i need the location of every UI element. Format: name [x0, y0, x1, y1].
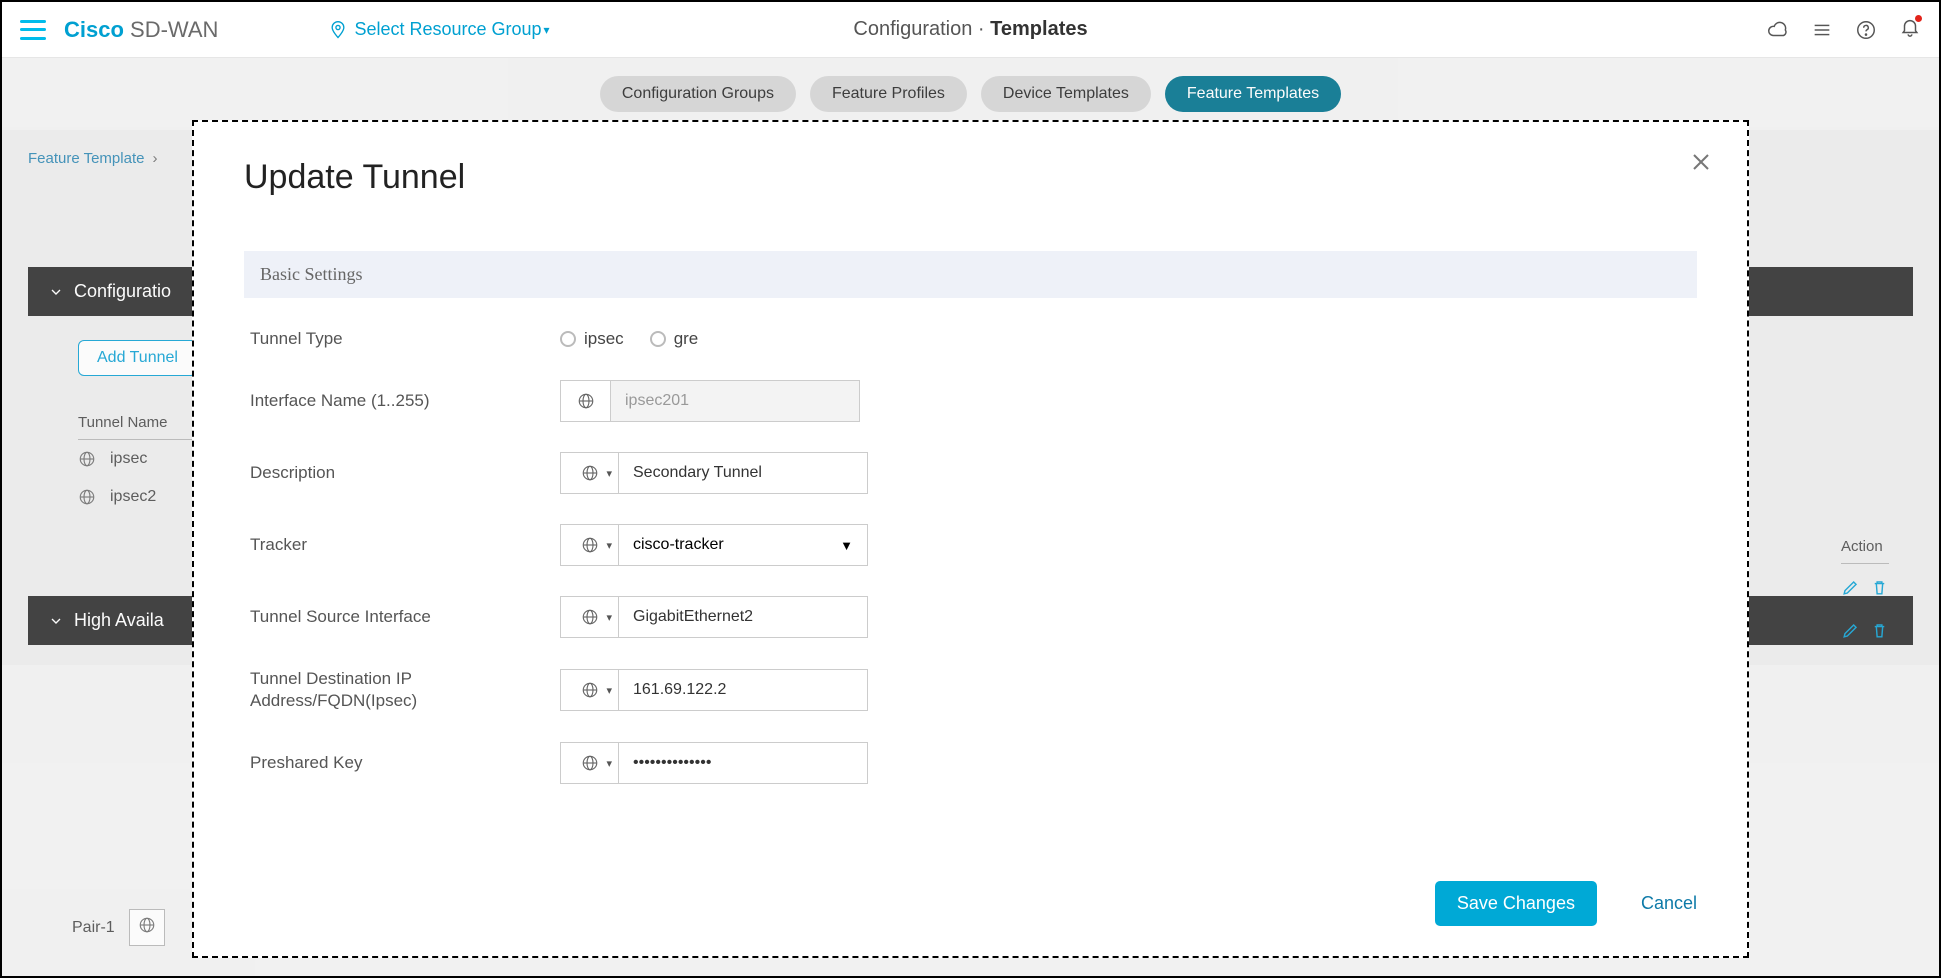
- row-description: Description: [250, 452, 1697, 494]
- pair-label: Pair-1: [72, 919, 115, 937]
- save-changes-button[interactable]: Save Changes: [1435, 881, 1597, 926]
- brand-logo: Cisco SD-WAN: [64, 17, 218, 43]
- page-title-page: Templates: [990, 18, 1087, 40]
- form: Tunnel Type ipsec gre Interface Name (1.…: [244, 328, 1697, 784]
- location-pin-icon: [328, 20, 348, 40]
- modal-footer: Save Changes Cancel: [1435, 881, 1697, 926]
- close-icon: [1689, 150, 1713, 174]
- chevron-down-icon: [48, 613, 64, 629]
- globe-icon: [581, 754, 599, 772]
- help-icon[interactable]: [1855, 19, 1877, 41]
- radio-gre[interactable]: gre: [650, 329, 699, 349]
- source-interface-input[interactable]: [618, 596, 868, 638]
- globe-icon: [581, 608, 599, 626]
- globe-icon: [78, 450, 96, 468]
- chevron-down-icon: ▾: [544, 23, 550, 37]
- tab-config-groups[interactable]: Configuration Groups: [600, 76, 796, 112]
- section-ha-label: High Availa: [74, 610, 164, 631]
- section-configuration-label: Configuratio: [74, 281, 171, 302]
- page-title-section: Configuration: [853, 18, 972, 40]
- label-tunnel-type: Tunnel Type: [250, 328, 560, 350]
- tracker-value: cisco-tracker: [633, 536, 724, 554]
- label-source-interface: Tunnel Source Interface: [250, 606, 560, 628]
- radio-gre-label: gre: [674, 329, 699, 349]
- hamburger-menu-icon[interactable]: [20, 20, 46, 40]
- radio-ipsec-label: ipsec: [584, 329, 624, 349]
- brand-cisco: Cisco: [64, 17, 124, 42]
- cloud-icon[interactable]: [1767, 19, 1789, 41]
- scope-selector[interactable]: [560, 596, 618, 638]
- tunnel-name-cell: ipsec: [110, 450, 147, 468]
- delete-icon[interactable]: [1870, 621, 1889, 640]
- notifications-icon[interactable]: [1899, 16, 1921, 43]
- top-bar: Cisco SD-WAN Select Resource Group ▾ Con…: [2, 2, 1939, 58]
- scope-selector[interactable]: [560, 380, 610, 422]
- globe-icon: [138, 916, 156, 934]
- globe-icon: [581, 464, 599, 482]
- modal-title: Update Tunnel: [244, 158, 1697, 197]
- label-preshared-key: Preshared Key: [250, 752, 560, 774]
- preshared-key-input[interactable]: [618, 742, 868, 784]
- col-action: Action: [1841, 538, 1889, 564]
- row-preshared-key: Preshared Key: [250, 742, 1697, 784]
- chevron-right-icon: ›: [152, 150, 157, 167]
- close-button[interactable]: [1689, 150, 1713, 179]
- edit-icon[interactable]: [1841, 578, 1860, 597]
- scope-selector[interactable]: [560, 669, 618, 711]
- row-tunnel-type: Tunnel Type ipsec gre: [250, 328, 1697, 350]
- chevron-down-icon: [48, 284, 64, 300]
- destination-ip-input[interactable]: [618, 669, 868, 711]
- globe-icon: [78, 488, 96, 506]
- scope-selector[interactable]: [560, 742, 618, 784]
- radio-icon: [560, 331, 576, 347]
- add-tunnel-button[interactable]: Add Tunnel: [78, 340, 197, 376]
- label-description: Description: [250, 462, 560, 484]
- pair-globe-selector[interactable]: [129, 909, 165, 946]
- brand-product: SD-WAN: [130, 17, 218, 42]
- row-source-interface: Tunnel Source Interface: [250, 596, 1697, 638]
- page-title-sep: ·: [978, 18, 985, 40]
- interface-name-input: [610, 380, 860, 422]
- scope-selector[interactable]: [560, 452, 618, 494]
- basic-settings-header: Basic Settings: [244, 251, 1697, 298]
- row-destination-ip: Tunnel Destination IP Address/FQDN(Ipsec…: [250, 668, 1697, 712]
- caret-down-icon: ▼: [840, 538, 853, 553]
- action-column: Action: [1841, 538, 1889, 664]
- globe-icon: [581, 536, 599, 554]
- label-destination-ip: Tunnel Destination IP Address/FQDN(Ipsec…: [250, 668, 560, 712]
- breadcrumb-item[interactable]: Feature Template: [28, 150, 144, 167]
- radio-icon: [650, 331, 666, 347]
- resource-group-label: Select Resource Group: [354, 19, 541, 40]
- globe-icon: [577, 392, 595, 410]
- globe-icon: [581, 681, 599, 699]
- row-tracker: Tracker cisco-tracker ▼: [250, 524, 1697, 566]
- row-interface-name: Interface Name (1..255): [250, 380, 1697, 422]
- tracker-select[interactable]: cisco-tracker ▼: [618, 524, 868, 566]
- description-input[interactable]: [618, 452, 868, 494]
- topbar-actions: [1767, 16, 1921, 43]
- delete-icon[interactable]: [1870, 578, 1889, 597]
- tasks-icon[interactable]: [1811, 19, 1833, 41]
- tab-feature-templates[interactable]: Feature Templates: [1165, 76, 1341, 112]
- label-tracker: Tracker: [250, 534, 560, 556]
- scope-selector[interactable]: [560, 524, 618, 566]
- update-tunnel-modal: Update Tunnel Basic Settings Tunnel Type…: [192, 120, 1749, 958]
- edit-icon[interactable]: [1841, 621, 1860, 640]
- pair-row: Pair-1: [72, 909, 165, 946]
- resource-group-selector[interactable]: Select Resource Group ▾: [328, 19, 549, 40]
- page-title: Configuration · Templates: [853, 18, 1087, 41]
- label-interface-name: Interface Name (1..255): [250, 390, 560, 412]
- tab-feature-profiles[interactable]: Feature Profiles: [810, 76, 967, 112]
- tab-device-templates[interactable]: Device Templates: [981, 76, 1151, 112]
- cancel-button[interactable]: Cancel: [1641, 893, 1697, 914]
- tunnel-name-cell: ipsec2: [110, 488, 156, 506]
- radio-ipsec[interactable]: ipsec: [560, 329, 624, 349]
- tunnel-type-radio-group: ipsec gre: [560, 329, 698, 349]
